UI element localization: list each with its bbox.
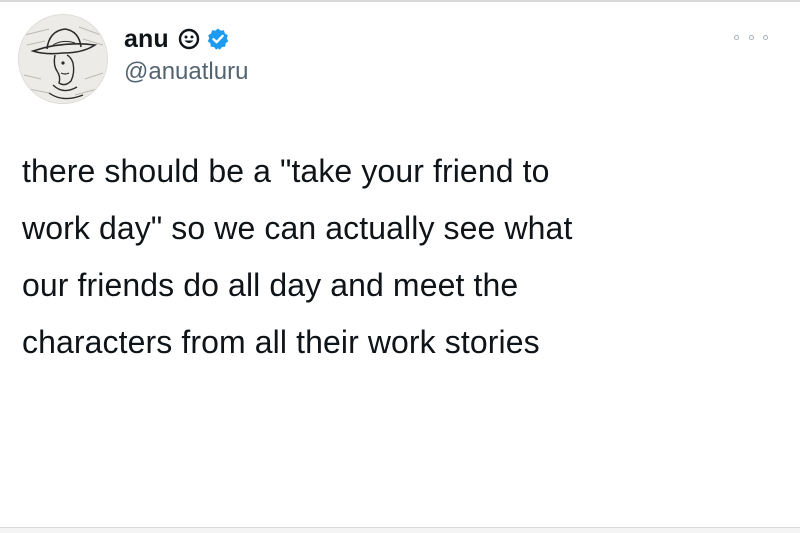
smiley-face-icon <box>178 28 200 50</box>
tweet-card: anu @anuatluru there should be a "take y… <box>0 0 800 533</box>
more-dot <box>763 34 768 40</box>
author-name-row[interactable]: anu <box>124 22 230 56</box>
tweet-text: there should be a "take your friend to w… <box>22 143 782 371</box>
author-handle[interactable]: @anuatluru <box>124 58 248 86</box>
more-dot <box>734 34 739 40</box>
tweet-text-line: our friends do all day and meet the <box>22 267 519 303</box>
avatar[interactable] <box>18 14 108 104</box>
tweet-text-line: work day" so we can actually see what <box>22 210 573 246</box>
tweet-text-line: characters from all their work stories <box>22 324 540 360</box>
tweet-text-line: there should be a "take your friend to <box>22 153 550 189</box>
verified-badge-icon <box>206 27 230 51</box>
more-options-icon[interactable] <box>734 28 768 46</box>
display-name[interactable]: anu <box>124 25 169 54</box>
cowboy-sketch-avatar-icon <box>19 15 107 103</box>
more-dot <box>748 34 754 40</box>
top-divider <box>0 0 800 2</box>
bottom-divider <box>0 527 800 533</box>
